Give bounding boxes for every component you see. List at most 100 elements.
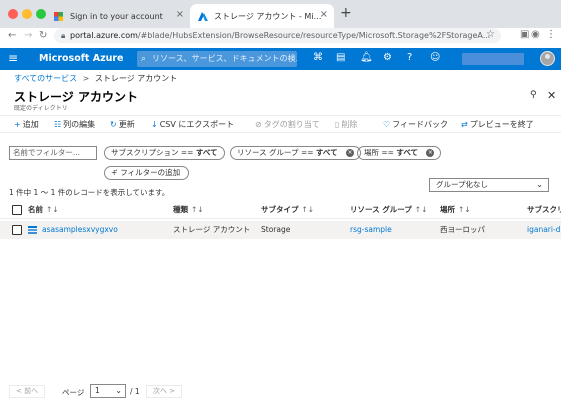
search-placeholder: リソース、サービス、ドキュメントの検... bbox=[152, 54, 297, 63]
directory-filter-icon[interactable]: ▤ bbox=[336, 52, 345, 64]
table-header: 名前 ↑↓ 種類 ↑↓ サブタイプ ↑↓ リソース グループ ↑↓ 場所 ↑↓ サブスクリ bbox=[0, 201, 561, 219]
extension-icon[interactable]: ◉ bbox=[531, 29, 540, 41]
sort-icon: ↑↓ bbox=[301, 205, 315, 214]
search-icon: ⌕ bbox=[141, 54, 147, 64]
name-filter-input[interactable]: 名前でフィルター... bbox=[9, 146, 97, 160]
breadcrumb-all-services[interactable]: すべてのサービス bbox=[14, 74, 77, 83]
page-subtitle: 既定のディレクトリ bbox=[14, 105, 68, 112]
resource-group-filter-pill[interactable]: リソース グループ == すべて × bbox=[230, 146, 361, 160]
trash-icon: ▯ bbox=[335, 120, 340, 129]
refresh-button[interactable]: ↻ 更新 bbox=[110, 120, 135, 130]
end-preview-label: プレビューを終了 bbox=[469, 120, 534, 129]
maximize-window-button[interactable] bbox=[36, 9, 46, 19]
tab-title: Sign in to your account bbox=[70, 11, 163, 21]
command-bar: + 追加 ☷ 列の編集 ↻ 更新 ↓ CSV にエクスポート ⊘ タグの割り当て ▯ 削除 … bbox=[0, 115, 561, 133]
next-page-button[interactable]: 次へ > bbox=[146, 385, 183, 398]
lock-icon[interactable]: 🔒︎ bbox=[61, 31, 65, 41]
back-icon[interactable]: ← bbox=[8, 30, 16, 42]
bookmark-star-icon[interactable]: ☆ bbox=[486, 29, 495, 40]
browser-tab-signin[interactable]: Sign in to your account × bbox=[46, 4, 190, 28]
global-search-input[interactable]: ⌕ リソース、サービス、ドキュメントの検... bbox=[137, 51, 297, 67]
pin-icon[interactable]: ⚲ bbox=[530, 90, 537, 100]
avatar[interactable] bbox=[540, 51, 555, 66]
column-header-name[interactable]: 名前 ↑↓ bbox=[28, 205, 59, 215]
cloud-shell-icon[interactable]: ⌘ bbox=[313, 52, 323, 64]
browser-tab-storage-accounts[interactable]: ストレージ アカウント - Microsoft × bbox=[190, 4, 334, 28]
location-filter-label: 場所 == bbox=[364, 148, 394, 157]
column-header-label: 場所 bbox=[440, 205, 455, 214]
column-header-subtype[interactable]: サブタイプ ↑↓ bbox=[261, 205, 314, 215]
close-tab-icon[interactable]: × bbox=[176, 9, 184, 21]
feedback-smiley-icon[interactable]: ☺ bbox=[430, 52, 440, 64]
location-filter-pill[interactable]: 場所 == すべて × bbox=[357, 146, 442, 160]
account-tenant-info[interactable] bbox=[462, 53, 524, 65]
azure-brand[interactable]: Microsoft Azure bbox=[39, 53, 124, 64]
previous-page-button[interactable]: < 前へ bbox=[9, 385, 46, 398]
assign-tags-label: タグの割り当て bbox=[263, 120, 320, 129]
subscription-filter-pill[interactable]: サブスクリプション == すべて bbox=[104, 146, 225, 160]
portal-menu-icon[interactable]: ≡ bbox=[8, 52, 18, 64]
column-header-subscription[interactable]: サブスクリ bbox=[527, 205, 561, 215]
download-icon: ↓ bbox=[151, 120, 158, 129]
settings-gear-icon[interactable]: ⚙ bbox=[383, 52, 392, 64]
sort-icon: ↑↓ bbox=[46, 205, 59, 214]
column-header-location[interactable]: 場所 ↑↓ bbox=[440, 205, 471, 215]
name-filter-placeholder: 名前でフィルター... bbox=[13, 148, 81, 157]
breadcrumb: すべてのサービス > ストレージ アカウント bbox=[14, 73, 177, 84]
profile-icon[interactable]: ▣ bbox=[520, 29, 529, 41]
remove-filter-icon[interactable]: × bbox=[345, 149, 354, 157]
heart-icon: ♡ bbox=[383, 120, 391, 129]
row-checkbox[interactable] bbox=[12, 225, 22, 235]
refresh-icon: ↻ bbox=[110, 120, 117, 129]
breadcrumb-current: ストレージ アカウント bbox=[94, 74, 178, 83]
breadcrumb-separator: > bbox=[82, 74, 90, 83]
close-window-button[interactable] bbox=[8, 9, 18, 19]
sort-icon: ↑↓ bbox=[458, 205, 471, 214]
address-bar-row: ← → ↻ portal.azure.com/#blade/HubsExtens… bbox=[0, 28, 561, 44]
minimize-window-button[interactable] bbox=[22, 9, 32, 19]
column-header-label: サブタイプ bbox=[261, 205, 299, 214]
close-tab-icon[interactable]: × bbox=[320, 9, 328, 21]
edit-columns-button[interactable]: ☷ 列の編集 bbox=[54, 120, 95, 130]
table-row[interactable]: asasamplesxvygxvo ストレージ アカウント Storage rs… bbox=[0, 221, 561, 239]
notifications-icon[interactable]: 🔔︎ bbox=[360, 52, 373, 64]
page-select[interactable]: 1 ⌄ bbox=[90, 384, 126, 398]
end-preview-button[interactable]: ⇄ プレビューを終了 bbox=[461, 120, 534, 130]
add-button[interactable]: + 追加 bbox=[14, 120, 39, 130]
resource-group-filter-label: リソース グループ == bbox=[237, 148, 314, 157]
help-icon[interactable]: ? bbox=[407, 52, 412, 64]
page-label: ページ bbox=[62, 388, 85, 397]
column-header-resource-group[interactable]: リソース グループ ↑↓ bbox=[350, 205, 427, 215]
browser-window: Sign in to your account × ストレージ アカウント - … bbox=[0, 0, 561, 411]
columns-icon: ☷ bbox=[54, 120, 62, 129]
delete-button[interactable]: ▯ 削除 bbox=[335, 120, 357, 130]
feedback-label: フィードバック bbox=[392, 120, 449, 129]
assign-tags-button[interactable]: ⊘ タグの割り当て bbox=[255, 120, 320, 130]
feedback-button[interactable]: ♡ フィードバック bbox=[383, 120, 448, 130]
record-count: 1 件中 1 ～ 1 件のレコードを表示しています。 bbox=[9, 188, 170, 197]
page-total: / 1 bbox=[130, 387, 140, 396]
column-header-type[interactable]: 種類 ↑↓ bbox=[173, 205, 204, 215]
column-header-label: サブスクリ bbox=[527, 205, 561, 214]
new-tab-button[interactable]: + bbox=[340, 6, 352, 20]
select-all-checkbox[interactable] bbox=[12, 205, 22, 215]
remove-filter-icon[interactable]: × bbox=[426, 149, 435, 157]
resource-name-link[interactable]: asasamplesxvygxvo bbox=[42, 225, 118, 235]
group-by-dropdown[interactable]: グループ化なし ⌄ bbox=[429, 178, 549, 192]
reload-icon[interactable]: ↻ bbox=[39, 30, 47, 42]
resource-group-filter-value: すべて bbox=[315, 148, 338, 157]
resource-group-link[interactable]: rsg-sample bbox=[350, 225, 392, 235]
forward-icon[interactable]: → bbox=[24, 30, 32, 42]
swap-arrows-icon: ⇄ bbox=[461, 120, 468, 129]
browser-menu-icon[interactable]: ⋮ bbox=[546, 29, 556, 41]
subscription-link[interactable]: iganari-d bbox=[527, 225, 560, 235]
resource-type: ストレージ アカウント bbox=[173, 225, 251, 234]
tab-title: ストレージ アカウント - Microsoft bbox=[214, 11, 322, 21]
export-csv-button[interactable]: ↓ CSV にエクスポート bbox=[151, 120, 234, 130]
azure-top-bar: ≡ Microsoft Azure ⌕ リソース、サービス、ドキュメントの検..… bbox=[0, 48, 561, 70]
url-host: portal.azure.com bbox=[70, 31, 138, 40]
close-blade-icon[interactable]: ✕ bbox=[547, 89, 556, 102]
storage-account-icon bbox=[28, 226, 37, 234]
url-field[interactable]: portal.azure.com/#blade/HubsExtension/Br… bbox=[54, 28, 501, 43]
add-filter-button[interactable]: +⃗ フィルターの追加 bbox=[104, 166, 190, 180]
